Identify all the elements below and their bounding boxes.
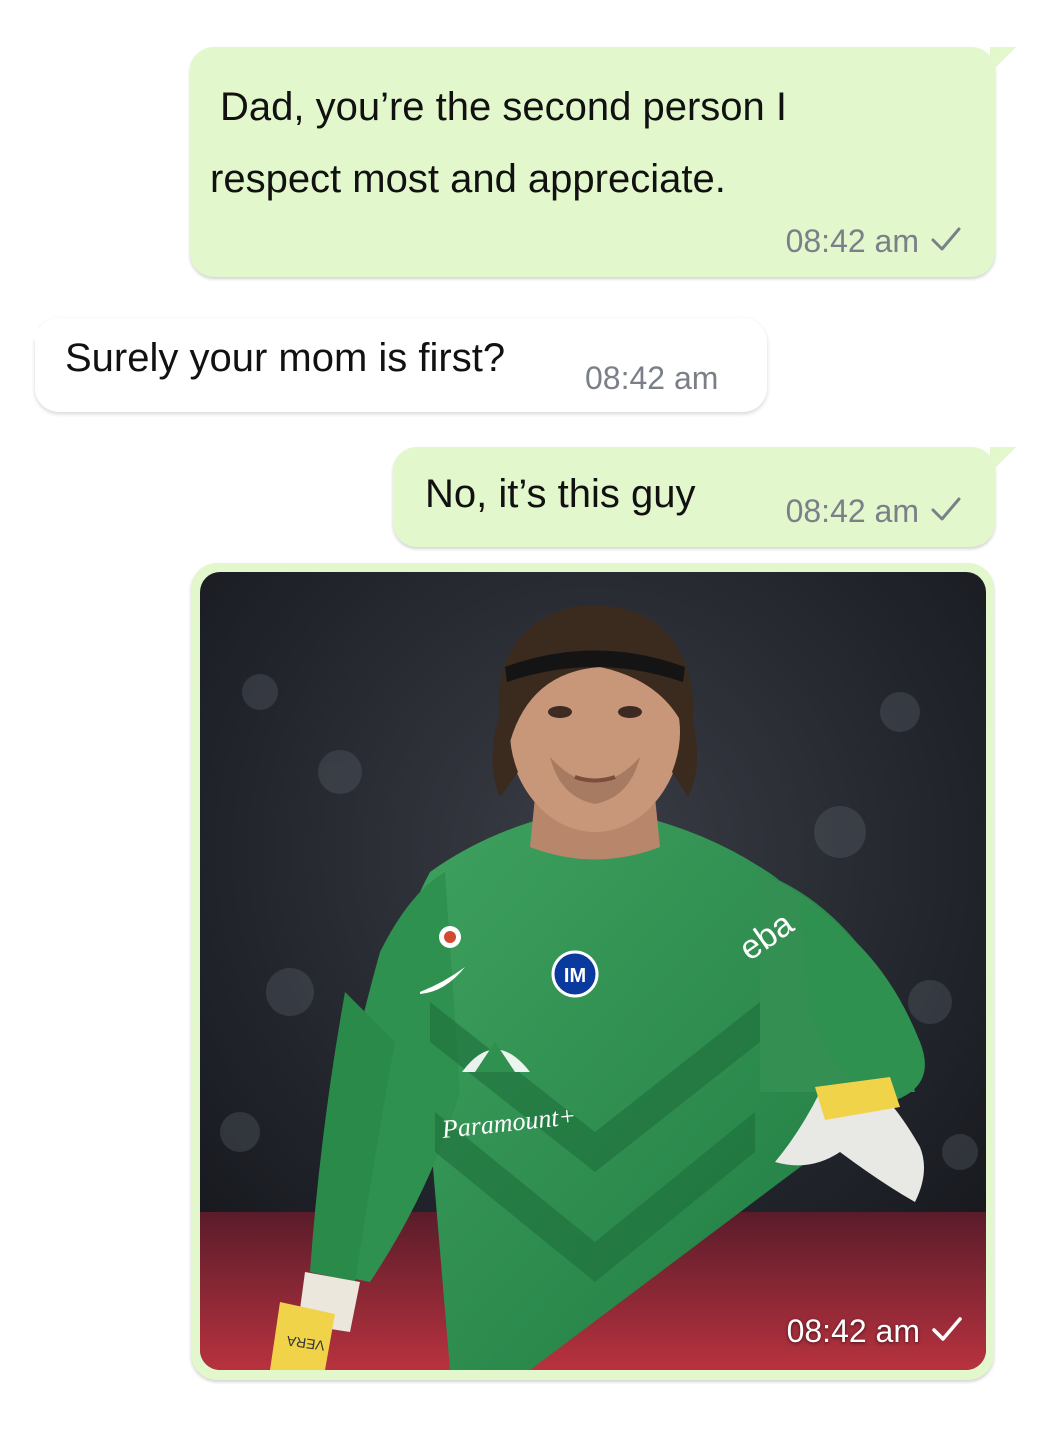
message-meta: 08:42 am: [585, 360, 718, 397]
message-time: 08:42 am: [585, 360, 719, 396]
message-bubble-outgoing[interactable]: Dad, you’re the second person I respect …: [190, 47, 995, 277]
svg-text:IM: IM: [564, 965, 586, 987]
bubble-tail: [990, 47, 1016, 73]
chat-conversation: Dad, you’re the second person I respect …: [0, 0, 1053, 1435]
message-meta: 08:42 am: [786, 493, 961, 530]
sent-check-icon: [931, 493, 961, 530]
goalkeeper-photo[interactable]: IM Paramount+ eba VERA 08:42 am: [200, 572, 986, 1370]
message-bubble-outgoing[interactable]: No, it’s this guy 08:42 am: [393, 447, 995, 547]
message-text: Surely your mom is first?: [65, 336, 506, 380]
sent-check-icon: [932, 1313, 962, 1350]
sent-check-icon: [931, 223, 961, 260]
message-text-line: respect most and appreciate.: [210, 157, 726, 201]
message-time: 08:42 am: [785, 223, 919, 259]
bubble-tail: [990, 447, 1016, 473]
message-meta: 08:42 am: [786, 223, 961, 260]
photo-meta: 08:42 am: [787, 1313, 962, 1350]
club-crest: IM: [551, 950, 599, 998]
message-bubble-incoming[interactable]: Surely your mom is first? 08:42 am: [35, 318, 767, 412]
message-text-line: Dad, you’re the second person I: [220, 85, 788, 129]
message-text: No, it’s this guy: [425, 472, 696, 516]
message-time: 08:42 am: [786, 1313, 920, 1349]
bubble-tail: [12, 318, 38, 344]
message-time: 08:42 am: [785, 493, 919, 529]
photo-image: IM Paramount+ eba VERA: [200, 572, 986, 1370]
